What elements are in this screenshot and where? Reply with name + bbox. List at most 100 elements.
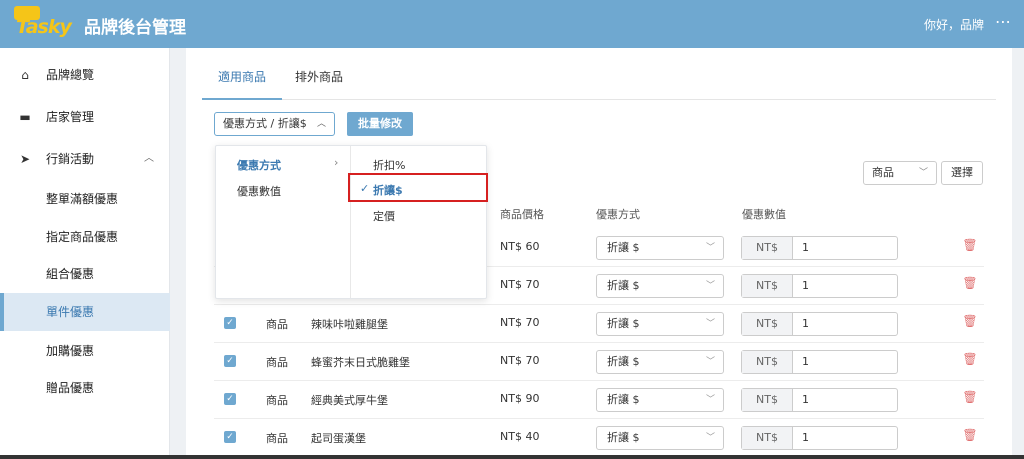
method-value: 折讓 $ bbox=[607, 279, 640, 292]
discount-method-select[interactable]: 折讓 $ ﹀ bbox=[596, 388, 724, 412]
trash-icon[interactable]: 🗑 bbox=[962, 238, 978, 256]
type-cell: 商品 bbox=[266, 394, 288, 407]
sidebar-item-brand-overview[interactable]: ⌂ 品牌總覽 bbox=[0, 56, 170, 94]
store-icon: ▬ bbox=[19, 110, 31, 124]
trash-icon[interactable]: 🗑 bbox=[962, 276, 978, 294]
currency-prefix: NT$ bbox=[742, 313, 793, 335]
value-text: 1 bbox=[802, 241, 809, 254]
sidebar-item-gift[interactable]: 贈品優惠 bbox=[0, 369, 170, 407]
sidebar-item-store-management[interactable]: ▬ 店家管理 bbox=[0, 98, 170, 136]
trash-icon[interactable]: 🗑 bbox=[962, 428, 978, 446]
chevron-down-icon: ﹀ bbox=[705, 395, 715, 405]
sidebar-item-single-item[interactable]: 單件優惠 bbox=[0, 293, 170, 331]
sidebar-item-label: 指定商品優惠 bbox=[46, 230, 119, 244]
row-checkbox[interactable]: ✓ bbox=[224, 355, 236, 367]
column-header-price: 商品價格 bbox=[500, 208, 544, 221]
row-checkbox[interactable]: ✓ bbox=[224, 431, 236, 443]
price-cell: NT$ 90 bbox=[500, 392, 540, 405]
discount-method-select[interactable]: 折讓 $ ﹀ bbox=[596, 236, 724, 260]
batch-edit-button[interactable]: 批量修改 bbox=[347, 112, 413, 136]
table-row: ✓ 商品 蜂蜜芥末日式脆雞堡 NT$ 70 折讓 $ ﹀ NT$ 1 🗑 bbox=[214, 343, 984, 381]
method-value: 折讓 $ bbox=[607, 431, 640, 444]
price-cell: NT$ 70 bbox=[500, 278, 540, 291]
discount-cascader-select[interactable]: 優惠方式 / 折讓$ ︿ bbox=[214, 112, 335, 136]
currency-prefix: NT$ bbox=[742, 427, 793, 449]
chevron-down-icon: ﹀ bbox=[705, 433, 715, 443]
column-header-value: 優惠數值 bbox=[742, 208, 786, 221]
discount-value-input[interactable]: NT$ 1 bbox=[741, 312, 898, 336]
sidebar-item-label: 單件優惠 bbox=[46, 305, 95, 319]
sidebar-item-add-on[interactable]: 加購優惠 bbox=[0, 332, 170, 370]
price-cell: NT$ 40 bbox=[500, 430, 540, 443]
row-checkbox[interactable]: ✓ bbox=[224, 393, 236, 405]
active-tab-indicator bbox=[202, 98, 282, 100]
type-cell: 商品 bbox=[266, 356, 288, 369]
discount-method-select[interactable]: 折讓 $ ﹀ bbox=[596, 274, 724, 298]
cascader-option-value[interactable]: 優惠數值 bbox=[237, 183, 281, 199]
discount-method-select[interactable]: 折讓 $ ﹀ bbox=[596, 312, 724, 336]
discount-value-input[interactable]: NT$ 1 bbox=[741, 388, 898, 412]
cascader-value: 優惠方式 / 折讓$ bbox=[223, 117, 307, 130]
cascader-option-method[interactable]: 優惠方式 bbox=[237, 157, 281, 173]
sidebar-item-label: 店家管理 bbox=[46, 110, 95, 124]
value-text: 1 bbox=[802, 393, 809, 406]
price-cell: NT$ 70 bbox=[500, 354, 540, 367]
discount-method-select[interactable]: 折讓 $ ﹀ bbox=[596, 426, 724, 450]
value-text: 1 bbox=[802, 279, 809, 292]
price-cell: NT$ 70 bbox=[500, 316, 540, 329]
discount-method-select[interactable]: 折讓 $ ﹀ bbox=[596, 350, 724, 374]
tasky-logo[interactable]: Tasky bbox=[12, 6, 72, 42]
value-text: 1 bbox=[802, 355, 809, 368]
value-text: 1 bbox=[802, 431, 809, 444]
chevron-down-icon: ﹀ bbox=[705, 281, 715, 291]
chevron-up-icon: ︿ bbox=[144, 153, 154, 164]
discount-value-input[interactable]: NT$ 1 bbox=[741, 350, 898, 374]
currency-prefix: NT$ bbox=[742, 351, 793, 373]
sidebar-item-marketing[interactable]: ➤ 行銷活動 ︿ bbox=[0, 140, 170, 178]
column-header-method: 優惠方式 bbox=[596, 208, 640, 221]
cascader-option-fixed-price[interactable]: 定價 bbox=[373, 208, 395, 224]
choose-button[interactable]: 選擇 bbox=[941, 161, 983, 185]
name-cell: 辣味咔啦雞腿堡 bbox=[311, 318, 388, 331]
method-value: 折讓 $ bbox=[607, 241, 640, 254]
tab-bar: 適用商品 排外商品 bbox=[202, 48, 996, 100]
method-value: 折讓 $ bbox=[607, 355, 640, 368]
chevron-right-icon: › bbox=[334, 156, 339, 169]
selection-highlight-box bbox=[348, 173, 488, 202]
logo-text: Tasky bbox=[16, 16, 72, 38]
sidebar-item-specific-product[interactable]: 指定商品優惠 bbox=[0, 218, 170, 256]
sidebar: ⌂ 品牌總覽 ▬ 店家管理 ➤ 行銷活動 ︿ 整單滿額優惠 指定商品優惠 組合優… bbox=[0, 48, 170, 459]
trash-icon[interactable]: 🗑 bbox=[962, 314, 978, 332]
cascader-option-percent-off[interactable]: 折扣% bbox=[373, 157, 405, 173]
name-cell: 經典美式厚牛堡 bbox=[311, 394, 388, 407]
trash-icon[interactable]: 🗑 bbox=[962, 352, 978, 370]
send-icon: ➤ bbox=[19, 152, 31, 166]
user-greeting[interactable]: 你好，品牌 bbox=[924, 16, 984, 33]
home-icon: ⌂ bbox=[21, 68, 29, 82]
sidebar-item-bundle[interactable]: 組合優惠 bbox=[0, 255, 170, 293]
trash-icon[interactable]: 🗑 bbox=[962, 390, 978, 408]
row-checkbox[interactable]: ✓ bbox=[224, 317, 236, 329]
sidebar-item-order-threshold[interactable]: 整單滿額優惠 bbox=[0, 180, 170, 218]
currency-prefix: NT$ bbox=[742, 275, 793, 297]
type-cell: 商品 bbox=[266, 432, 288, 445]
table-row: ✓ 商品 辣味咔啦雞腿堡 NT$ 70 折讓 $ ﹀ NT$ 1 🗑 bbox=[214, 305, 984, 343]
value-text: 1 bbox=[802, 317, 809, 330]
tab-applicable-products[interactable]: 適用商品 bbox=[218, 68, 266, 85]
name-cell: 蜂蜜芥末日式脆雞堡 bbox=[311, 356, 410, 369]
method-value: 折讓 $ bbox=[607, 317, 640, 330]
discount-value-input[interactable]: NT$ 1 bbox=[741, 236, 898, 260]
sidebar-item-label: 整單滿額優惠 bbox=[46, 192, 119, 206]
sidebar-item-label: 贈品優惠 bbox=[46, 381, 95, 395]
name-cell: 起司蛋漢堡 bbox=[311, 432, 366, 445]
cascader-column-1: 優惠方式 › 優惠數值 bbox=[216, 146, 351, 298]
discount-value-input[interactable]: NT$ 1 bbox=[741, 426, 898, 450]
cascader-dropdown: 優惠方式 › 優惠數值 折扣% ✓ 折讓$ 定價 bbox=[215, 145, 487, 299]
chevron-up-icon: ︿ bbox=[316, 119, 326, 129]
more-menu-icon[interactable]: ⋯ bbox=[995, 12, 1012, 31]
chevron-down-icon: ﹀ bbox=[918, 168, 928, 178]
app-title: 品牌後台管理 bbox=[84, 18, 186, 38]
discount-value-input[interactable]: NT$ 1 bbox=[741, 274, 898, 298]
product-type-select[interactable]: 商品 ﹀ bbox=[863, 161, 937, 185]
tab-excluded-products[interactable]: 排外商品 bbox=[295, 68, 343, 85]
